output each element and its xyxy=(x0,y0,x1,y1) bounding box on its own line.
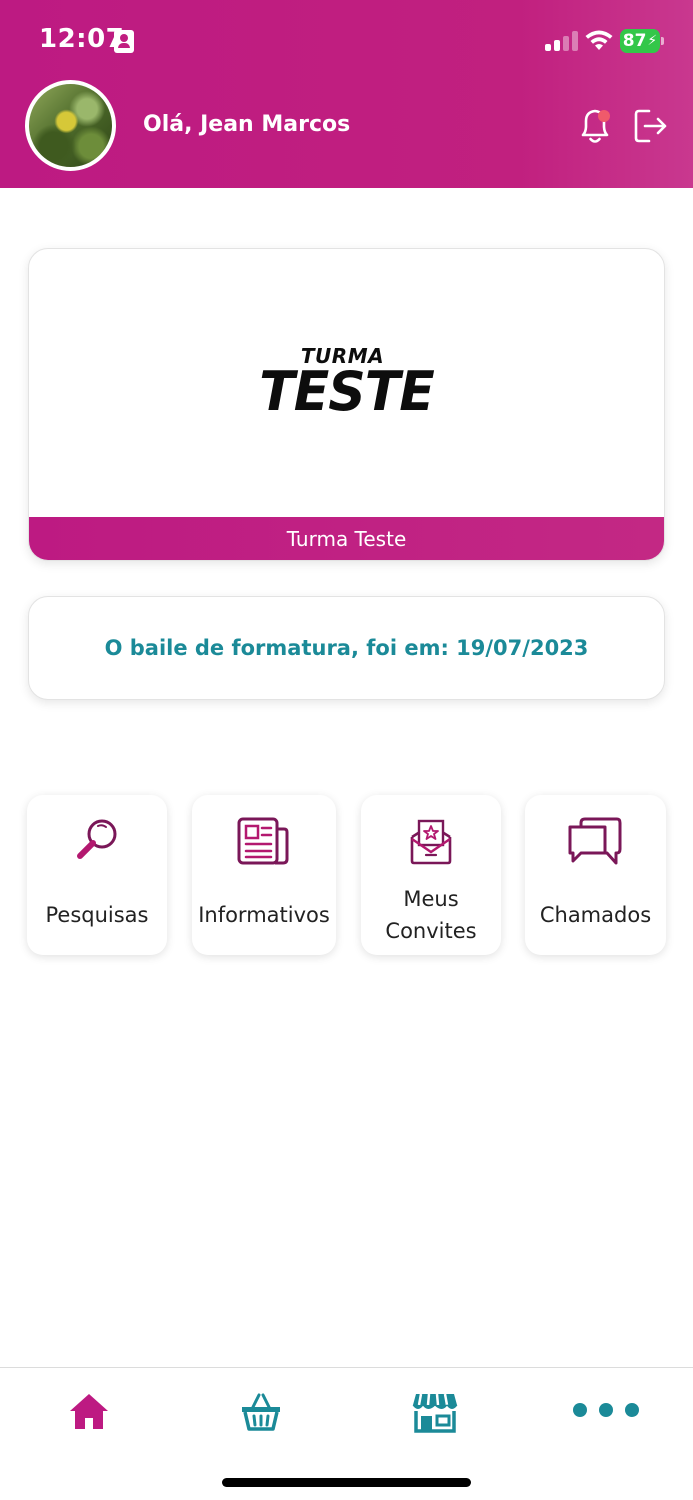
magnifier-icon xyxy=(77,819,117,859)
store-icon[interactable] xyxy=(411,1390,459,1434)
menu-label: Chamados xyxy=(539,903,652,927)
menu-label-line1: Meus xyxy=(403,887,459,911)
invitation-envelope-icon xyxy=(410,819,452,865)
wifi-icon xyxy=(585,30,613,50)
battery-tip xyxy=(661,37,664,45)
class-logo: TURMA TESTE xyxy=(29,345,664,424)
app-header: 12:07 87 ⚡ Olá, Jean Marcos xyxy=(0,0,693,188)
cellular-signal-icon xyxy=(545,31,579,51)
notification-dot xyxy=(598,110,610,122)
home-indicator xyxy=(222,1478,471,1487)
menu-tile-chamados[interactable]: Chamados xyxy=(525,795,666,955)
menu-tile-informativos[interactable]: Informativos xyxy=(192,795,336,955)
user-avatar[interactable] xyxy=(25,80,116,171)
menu-label: Pesquisas xyxy=(45,903,149,927)
event-info-card: O baile de formatura, foi em: 19/07/2023 xyxy=(28,596,665,700)
class-card[interactable]: TURMA TESTE Turma Teste xyxy=(28,248,665,561)
logout-icon[interactable] xyxy=(632,107,668,145)
more-icon[interactable] xyxy=(570,1390,642,1434)
menu-label: Informativos xyxy=(198,903,330,927)
newspaper-icon xyxy=(237,817,289,865)
basket-icon[interactable] xyxy=(237,1390,285,1434)
menu-label-line2: Convites xyxy=(385,919,477,943)
battery-indicator: 87 ⚡ xyxy=(620,29,660,53)
menu-tile-meus-convites[interactable]: Meus Convites xyxy=(361,795,501,955)
chat-bubbles-icon xyxy=(568,817,622,865)
menu-tile-pesquisas[interactable]: Pesquisas xyxy=(27,795,167,955)
logo-big-text: TESTE xyxy=(259,360,434,424)
status-time: 12:07 xyxy=(39,24,125,54)
contact-card-icon xyxy=(114,30,134,53)
greeting-text: Olá, Jean Marcos xyxy=(143,112,351,137)
home-icon[interactable] xyxy=(65,1390,113,1434)
event-info-text: O baile de formatura, foi em: 19/07/2023 xyxy=(104,636,589,660)
status-bar: 12:07 87 ⚡ xyxy=(0,0,693,80)
battery-level: 87 xyxy=(622,31,647,51)
notification-bell-icon[interactable] xyxy=(576,106,614,146)
class-name-bar: Turma Teste xyxy=(29,517,664,560)
class-name: Turma Teste xyxy=(286,526,407,551)
